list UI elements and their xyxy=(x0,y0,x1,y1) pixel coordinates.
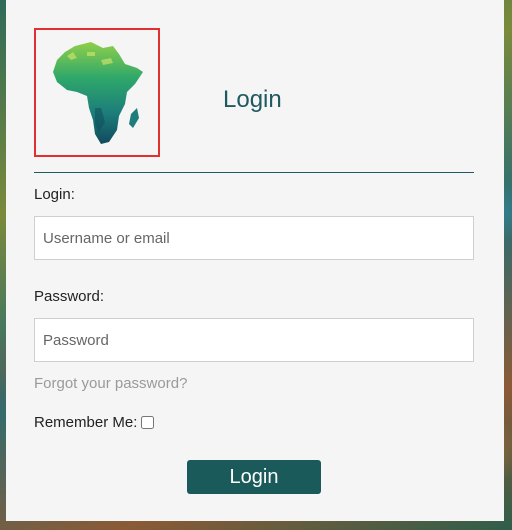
page-title: Login xyxy=(223,86,282,113)
logo xyxy=(34,28,160,157)
username-input[interactable] xyxy=(34,216,474,260)
remember-me-checkbox[interactable] xyxy=(141,416,155,429)
forgot-password-link[interactable]: Forgot your password? xyxy=(34,375,187,392)
login-label: Login: xyxy=(34,186,75,203)
login-button[interactable]: Login xyxy=(187,460,321,494)
remember-me-label: Remember Me: xyxy=(34,414,138,431)
title-divider xyxy=(34,172,474,173)
password-label: Password: xyxy=(34,288,105,305)
login-panel: Login Login: Password: Forgot your passw… xyxy=(6,0,504,521)
remember-me-row: Remember Me: xyxy=(34,414,155,431)
password-input[interactable] xyxy=(34,318,474,362)
africa-map-logo-icon xyxy=(53,41,143,144)
